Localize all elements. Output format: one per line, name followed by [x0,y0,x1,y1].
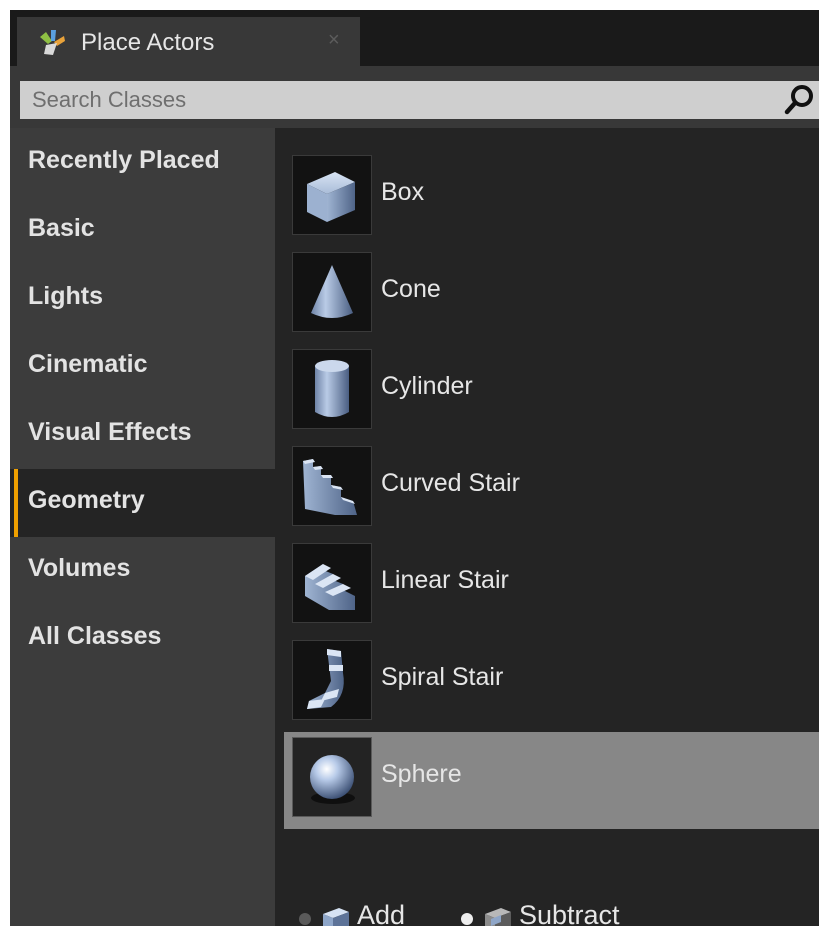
cylinder-icon [315,360,349,417]
category-label: Geometry [28,486,145,514]
actor-item-spiral-stair[interactable]: Spiral Stair [284,635,819,732]
actor-item-label: Spiral Stair [381,663,504,691]
linear-stair-thumbnail [292,543,372,623]
actor-item-sphere[interactable]: Sphere [284,732,819,829]
curved-stair-icon [303,459,357,515]
sphere-thumbnail [292,737,372,817]
tab-title: Place Actors [81,29,215,56]
add-radio-icon[interactable] [299,913,311,925]
box-icon [307,172,355,222]
cone-icon [311,265,353,318]
actor-item-label: Sphere [381,760,462,788]
category-label: Volumes [28,554,131,582]
actor-list: Box Cone Cylinder Curved Stair Linear St… [275,128,819,926]
actor-item-label: Cone [381,275,441,303]
category-label: Cinematic [28,350,148,378]
tab-bar: Place Actors × [10,10,819,66]
linear-stair-icon [305,564,355,610]
actor-item-label: Curved Stair [381,469,520,497]
actor-item-cone[interactable]: Cone [284,247,819,344]
tab-place-actors[interactable]: Place Actors × [17,17,360,66]
tab-close-button[interactable]: × [328,29,340,52]
search-bar [10,66,819,128]
spiral-stair-icon [307,649,344,709]
add-label: Add [357,900,406,926]
search-icon[interactable] [783,82,817,116]
category-basic[interactable]: Basic [10,197,275,265]
place-actors-panel: Place Actors × Recently Placed Basic Lig… [10,10,819,926]
search-input[interactable] [20,81,819,119]
box-thumbnail [292,155,372,235]
sphere-icon [310,755,355,804]
spiral-stair-thumbnail [292,640,372,720]
subtract-label: Subtract [519,900,620,926]
subtract-radio-icon[interactable] [461,913,473,925]
add-brush-icon [323,908,349,926]
brush-mode-subtract[interactable]: Subtract [461,898,691,926]
actor-item-linear-stair[interactable]: Linear Stair [284,538,819,635]
category-label: Recently Placed [28,146,220,174]
cylinder-thumbnail [292,349,372,429]
category-visual-effects[interactable]: Visual Effects [10,401,275,469]
actor-item-curved-stair[interactable]: Curved Stair [284,441,819,538]
subtract-brush-icon [485,908,511,926]
actor-item-label: Box [381,178,425,206]
actor-item-box[interactable]: Box [284,150,819,247]
category-label: Basic [28,214,95,242]
category-label: Visual Effects [28,418,192,446]
actor-item-label: Linear Stair [381,566,509,594]
category-geometry[interactable]: Geometry [10,469,275,537]
category-all-classes[interactable]: All Classes [10,605,275,673]
place-actors-icon [40,30,65,55]
category-recently-placed[interactable]: Recently Placed [10,129,275,197]
category-sidebar: Recently Placed Basic Lights Cinematic V… [10,128,275,926]
actor-item-label: Cylinder [381,372,473,400]
category-label: Lights [28,282,103,310]
category-label: All Classes [28,622,162,650]
actor-item-cylinder[interactable]: Cylinder [284,344,819,441]
category-cinematic[interactable]: Cinematic [10,333,275,401]
cone-thumbnail [292,252,372,332]
curved-stair-thumbnail [292,446,372,526]
category-volumes[interactable]: Volumes [10,537,275,605]
category-lights[interactable]: Lights [10,265,275,333]
brush-mode-add[interactable]: Add [299,898,439,926]
